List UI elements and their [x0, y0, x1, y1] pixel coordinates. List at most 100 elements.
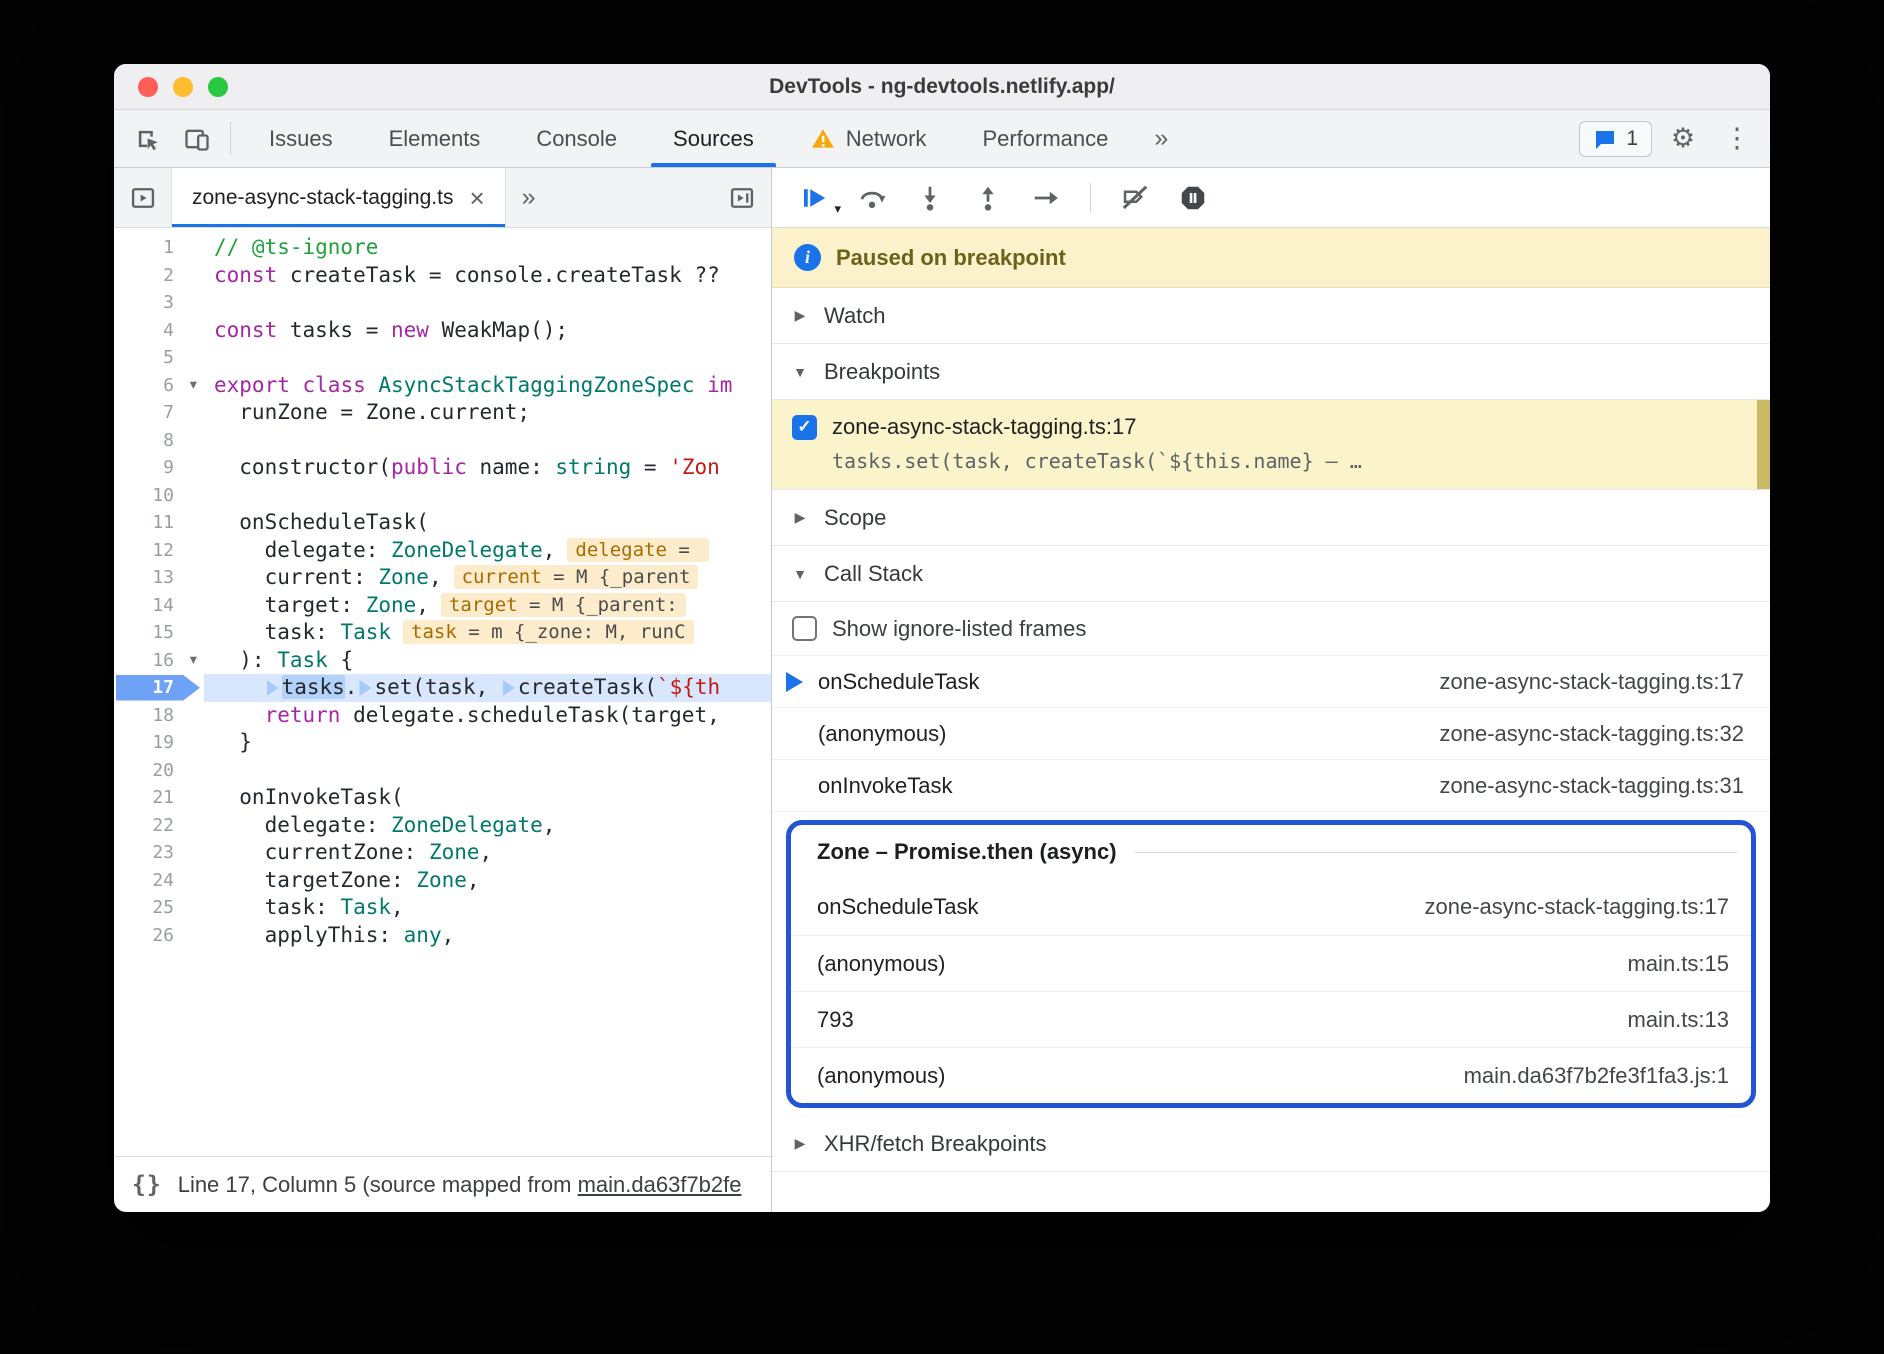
- code-text[interactable]: applyThis: any,: [204, 922, 771, 950]
- section-xhr-breakpoints[interactable]: ▶ XHR/fetch Breakpoints: [772, 1116, 1770, 1172]
- line-number[interactable]: 11: [114, 509, 204, 537]
- line-number[interactable]: 16▼: [114, 647, 204, 675]
- code-text[interactable]: }: [204, 729, 771, 757]
- source-map-link[interactable]: main.da63f7b2fe: [578, 1172, 742, 1197]
- code-editor[interactable]: 1// @ts-ignore2const createTask = consol…: [114, 228, 771, 1156]
- minimize-window-button[interactable]: [173, 77, 193, 97]
- console-messages-badge[interactable]: 1: [1579, 121, 1652, 157]
- code-text[interactable]: tasks.set(task, createTask(`${th: [204, 674, 771, 702]
- pause-on-exceptions-button[interactable]: [1177, 182, 1209, 214]
- toggle-debugger-sidebar-button[interactable]: [713, 168, 771, 227]
- ignore-listed-checkbox[interactable]: [792, 616, 817, 641]
- code-text[interactable]: [204, 344, 771, 372]
- line-number[interactable]: 25: [114, 894, 204, 922]
- code-text[interactable]: target: Zone,target = M {_parent:: [204, 592, 771, 620]
- code-text[interactable]: ): Task {: [204, 647, 771, 675]
- breakpoint-checkbox[interactable]: ✓: [792, 415, 817, 440]
- inline-breakpoint-marker-icon[interactable]: [267, 680, 279, 696]
- call-stack-frame[interactable]: (anonymous)main.da63f7b2fe3f1fa3.js:1: [791, 1047, 1751, 1103]
- code-text[interactable]: targetZone: Zone,: [204, 867, 771, 895]
- line-number[interactable]: 4: [114, 317, 204, 345]
- code-text[interactable]: [204, 757, 771, 785]
- section-watch[interactable]: ▶ Watch: [772, 288, 1770, 344]
- line-number[interactable]: 14: [114, 592, 204, 620]
- code-text[interactable]: current: Zone,current = M {_parent: [204, 564, 771, 592]
- call-stack-frame[interactable]: (anonymous)zone-async-stack-tagging.ts:3…: [772, 708, 1770, 760]
- code-text[interactable]: export class AsyncStackTaggingZoneSpec i…: [204, 372, 771, 400]
- section-scope[interactable]: ▶ Scope: [772, 490, 1770, 546]
- inspect-element-button[interactable]: [124, 118, 170, 160]
- line-number[interactable]: 21: [114, 784, 204, 812]
- step-out-button[interactable]: [972, 182, 1004, 214]
- inline-breakpoint-marker-icon[interactable]: [503, 680, 515, 696]
- step-over-button[interactable]: [856, 182, 888, 214]
- tab-sources[interactable]: Sources: [645, 110, 782, 167]
- line-number[interactable]: 26: [114, 922, 204, 950]
- tab-overflow-icon[interactable]: »: [506, 168, 552, 227]
- section-breakpoints[interactable]: ▼ Breakpoints: [772, 344, 1770, 400]
- code-text[interactable]: [204, 289, 771, 317]
- line-number[interactable]: 1: [114, 234, 204, 262]
- code-text[interactable]: currentZone: Zone,: [204, 839, 771, 867]
- line-number[interactable]: 3: [114, 289, 204, 317]
- section-call-stack[interactable]: ▼ Call Stack: [772, 546, 1770, 602]
- line-number[interactable]: 9: [114, 454, 204, 482]
- device-toolbar-button[interactable]: [174, 118, 220, 160]
- tab-elements[interactable]: Elements: [361, 110, 509, 167]
- line-number[interactable]: 18: [114, 702, 204, 730]
- zoom-window-button[interactable]: [208, 77, 228, 97]
- code-text[interactable]: // @ts-ignore: [204, 234, 771, 262]
- code-text[interactable]: const createTask = console.createTask ??: [204, 262, 771, 290]
- breakpoint-entry[interactable]: ✓ zone-async-stack-tagging.ts:17 tasks.s…: [772, 400, 1770, 490]
- tab-issues[interactable]: Issues: [241, 110, 361, 167]
- code-text[interactable]: task: Tasktask = m {_zone: M, runC: [204, 619, 771, 647]
- call-stack-frame[interactable]: (anonymous)main.ts:15: [791, 935, 1751, 991]
- code-text[interactable]: delegate: ZoneDelegate,delegate =: [204, 537, 771, 565]
- call-stack-frame[interactable]: 793main.ts:13: [791, 991, 1751, 1047]
- file-tab[interactable]: zone-async-stack-tagging.ts ×: [172, 168, 506, 227]
- code-text[interactable]: return delegate.scheduleTask(target,: [204, 702, 771, 730]
- pretty-print-icon[interactable]: {}: [132, 1172, 162, 1198]
- inline-breakpoint-marker-icon[interactable]: [359, 680, 371, 696]
- code-text[interactable]: const tasks = new WeakMap();: [204, 317, 771, 345]
- call-stack-frame[interactable]: onScheduleTaskzone-async-stack-tagging.t…: [772, 656, 1770, 708]
- tab-network[interactable]: Network: [782, 110, 955, 167]
- call-stack-frame[interactable]: onScheduleTaskzone-async-stack-tagging.t…: [791, 879, 1751, 935]
- tab-performance[interactable]: Performance: [954, 110, 1136, 167]
- line-number[interactable]: 20: [114, 757, 204, 785]
- line-number[interactable]: 10: [114, 482, 204, 510]
- code-text[interactable]: task: Task,: [204, 894, 771, 922]
- fold-marker-icon[interactable]: ▼: [190, 372, 197, 400]
- code-text[interactable]: delegate: ZoneDelegate,: [204, 812, 771, 840]
- code-text[interactable]: [204, 427, 771, 455]
- step-into-button[interactable]: [914, 182, 946, 214]
- fold-marker-icon[interactable]: ▼: [190, 647, 197, 675]
- line-number[interactable]: 7: [114, 399, 204, 427]
- code-text[interactable]: onInvokeTask(: [204, 784, 771, 812]
- line-number[interactable]: 5: [114, 344, 204, 372]
- close-tab-icon[interactable]: ×: [469, 185, 484, 211]
- toggle-navigator-button[interactable]: [114, 168, 172, 227]
- tab-console[interactable]: Console: [508, 110, 645, 167]
- more-tabs-button[interactable]: »: [1136, 110, 1186, 167]
- resume-button[interactable]: ▾: [798, 182, 830, 214]
- line-number[interactable]: 23: [114, 839, 204, 867]
- scrollbar-thumb[interactable]: [1757, 400, 1770, 489]
- line-number[interactable]: 19: [114, 729, 204, 757]
- line-number[interactable]: 12: [114, 537, 204, 565]
- code-text[interactable]: constructor(public name: string = 'Zon: [204, 454, 771, 482]
- ignore-listed-toggle[interactable]: Show ignore-listed frames: [772, 602, 1770, 656]
- line-number[interactable]: 15: [114, 619, 204, 647]
- code-text[interactable]: onScheduleTask(: [204, 509, 771, 537]
- highlighted-token[interactable]: tasks: [282, 675, 345, 699]
- line-number[interactable]: 6▼: [114, 372, 204, 400]
- settings-button[interactable]: ⚙: [1660, 118, 1706, 160]
- step-button[interactable]: [1030, 182, 1062, 214]
- line-number[interactable]: 13: [114, 564, 204, 592]
- line-number[interactable]: 22: [114, 812, 204, 840]
- code-text[interactable]: runZone = Zone.current;: [204, 399, 771, 427]
- deactivate-breakpoints-button[interactable]: [1119, 182, 1151, 214]
- code-text[interactable]: [204, 482, 771, 510]
- line-number[interactable]: 8: [114, 427, 204, 455]
- call-stack-frame[interactable]: onInvokeTaskzone-async-stack-tagging.ts:…: [772, 760, 1770, 812]
